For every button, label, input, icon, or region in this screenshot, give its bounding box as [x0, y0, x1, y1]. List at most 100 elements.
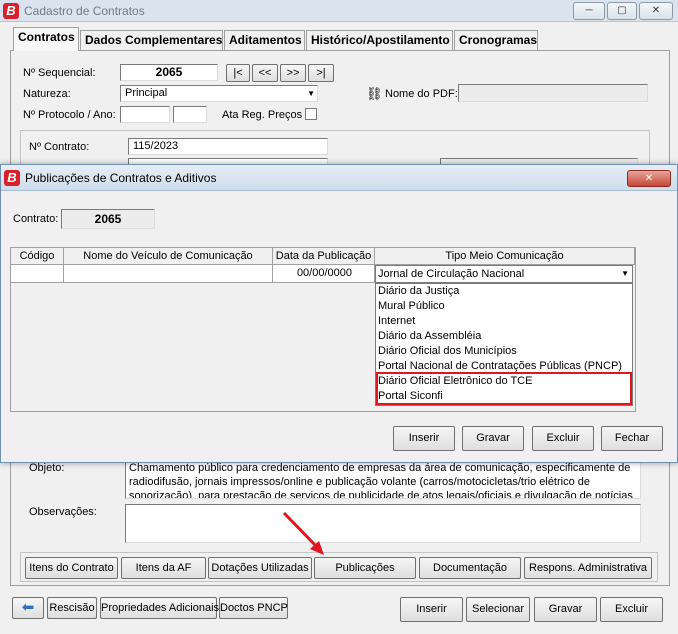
tab-aditamentos[interactable]: Aditamentos: [224, 30, 305, 51]
tab-historico-apostilamento[interactable]: Histórico/Apostilamento: [306, 30, 453, 51]
protocolo-field[interactable]: [120, 106, 170, 123]
rescisao-button[interactable]: Rescisão: [47, 597, 97, 619]
dialog-gravar-button[interactable]: Gravar: [462, 426, 524, 451]
button-label: Fechar: [614, 432, 650, 444]
natureza-select[interactable]: Principal ▼: [120, 85, 318, 102]
tab-label: Histórico/Apostilamento: [311, 33, 450, 47]
option-label: Diário Oficial dos Municípios: [378, 345, 517, 357]
dotacoes-button[interactable]: Dotações Utilizadas: [208, 557, 312, 579]
button-label: Inserir: [408, 432, 440, 444]
app-logo-icon: B: [3, 3, 19, 19]
nav-first-button[interactable]: |<: [226, 64, 250, 82]
sequencial-field[interactable]: 2065: [120, 64, 218, 81]
tab-cronogramas[interactable]: Cronogramas: [454, 30, 538, 51]
button-label: Inserir: [416, 603, 447, 615]
respons-administrativa-button[interactable]: Respons. Administrativa: [524, 557, 652, 579]
cell-codigo[interactable]: [11, 265, 64, 283]
natureza-label: Natureza:: [23, 88, 71, 100]
gravar-button[interactable]: Gravar: [534, 597, 597, 622]
nav-prev-button[interactable]: <<: [252, 64, 278, 82]
button-label: Gravar: [548, 603, 583, 615]
arrow-left-icon: ⬅: [21, 599, 35, 616]
propriedades-adicionais-button[interactable]: Propriedades Adicionais: [100, 597, 219, 619]
nav-next-icon: >>: [286, 67, 300, 79]
option-label: Mural Público: [378, 300, 445, 312]
excluir-button[interactable]: Excluir: [600, 597, 663, 622]
annotation-arrow-line: [282, 511, 320, 550]
close-button[interactable]: ✕: [639, 2, 673, 20]
col-header-nome-veiculo[interactable]: Nome do Veículo de Comunicação: [64, 248, 273, 265]
selecionar-button[interactable]: Selecionar: [466, 597, 530, 622]
cell-nome-veiculo[interactable]: [64, 265, 273, 283]
dropdown-option[interactable]: Diário da Justiça: [376, 284, 632, 299]
button-label: Gravar: [476, 432, 510, 444]
pdf-attach-icon[interactable]: ⛓: [366, 86, 383, 102]
dialog-logo-icon: B: [4, 170, 20, 186]
column-label: Tipo Meio Comunicação: [445, 250, 564, 262]
itens-af-button[interactable]: Itens da AF: [121, 557, 206, 579]
col-header-codigo[interactable]: Código: [11, 248, 64, 265]
button-label: Respons. Administrativa: [529, 562, 647, 574]
button-label: Documentação: [433, 562, 507, 574]
protocolo-ano-field[interactable]: [173, 106, 207, 123]
itens-contrato-button[interactable]: Itens do Contrato: [25, 557, 118, 579]
dropdown-option[interactable]: Diário da Assembléia: [376, 329, 632, 344]
button-label: Publicações: [335, 562, 395, 574]
inserir-button[interactable]: Inserir: [400, 597, 463, 622]
annotation-arrow: [282, 511, 324, 555]
col-header-data-publicacao[interactable]: Data da Publicação: [273, 248, 375, 265]
dialog-close-button[interactable]: ✕: [627, 170, 671, 187]
col-header-tipo-meio[interactable]: Tipo Meio Comunicação: [375, 248, 635, 265]
nav-last-button[interactable]: >|: [308, 64, 334, 82]
tab-contratos[interactable]: Contratos: [13, 27, 79, 51]
minimize-button[interactable]: ─: [573, 2, 605, 20]
close-icon: ✕: [644, 173, 654, 184]
dialog-fechar-button[interactable]: Fechar: [601, 426, 663, 451]
ata-checkbox[interactable]: [305, 108, 317, 120]
button-label: Itens do Contrato: [29, 562, 114, 574]
publicacoes-grid: Código Nome do Veículo de Comunicação Da…: [10, 247, 636, 412]
column-label: Data da Publicação: [275, 250, 372, 262]
dropdown-option[interactable]: Internet: [376, 314, 632, 329]
cell-data-publicacao[interactable]: 00/00/0000: [273, 265, 375, 283]
objeto-textarea[interactable]: Chamamento público para credenciamento d…: [125, 460, 641, 499]
doctos-pncp-button[interactable]: Doctos PNCP: [219, 597, 288, 619]
dropdown-option[interactable]: Diário Oficial dos Municípios: [376, 344, 632, 359]
sequencial-value: 2065: [155, 65, 183, 79]
dropdown-option[interactable]: Mural Público: [376, 299, 632, 314]
objeto-label: Objeto:: [29, 462, 65, 474]
dialog-contrato-value: 2065: [94, 212, 122, 226]
option-label: Diário da Assembléia: [378, 330, 482, 342]
dialog-contrato-label: Contrato:: [13, 213, 59, 225]
natureza-value: Principal: [125, 87, 168, 99]
column-label: Código: [19, 250, 55, 262]
observacoes-textarea[interactable]: [125, 504, 641, 543]
tab-dados-complementares[interactable]: Dados Complementares: [80, 30, 223, 51]
chevron-down-icon: ▼: [621, 269, 629, 278]
ata-label: Ata Reg. Preços: [222, 109, 303, 121]
button-label: Itens da AF: [135, 562, 192, 574]
dialog-inserir-button[interactable]: Inserir: [393, 426, 455, 451]
button-label: Excluir: [546, 432, 580, 444]
cell-value: 00/00/0000: [296, 267, 352, 279]
contrato-value: 115/2023: [133, 140, 179, 152]
nav-last-icon: >|: [316, 67, 326, 79]
minimize-icon: ─: [585, 5, 593, 16]
pdf-name-field[interactable]: [458, 84, 648, 102]
contrato-label: Nº Contrato:: [29, 141, 90, 153]
contrato-field[interactable]: 115/2023: [128, 138, 328, 155]
back-button[interactable]: ⬅: [12, 597, 44, 619]
publicacoes-button[interactable]: Publicações: [314, 557, 416, 579]
nav-next-button[interactable]: >>: [280, 64, 306, 82]
documentacao-button[interactable]: Documentação: [419, 557, 521, 579]
main-window-title-bar: B Cadastro de Contratos ─ ▢ ✕: [0, 0, 678, 22]
cell-tipo-meio-select[interactable]: Jornal de Circulação Nacional ▼: [375, 265, 633, 283]
button-label: Rescisão: [49, 602, 95, 614]
button-label: Doctos PNCP: [220, 602, 288, 614]
restore-button[interactable]: ▢: [607, 2, 637, 20]
nav-first-icon: |<: [233, 67, 243, 79]
observacoes-label: Observações:: [29, 506, 97, 518]
tab-label: Cronogramas: [459, 33, 538, 47]
dialog-excluir-button[interactable]: Excluir: [532, 426, 594, 451]
highlight-box: [376, 372, 632, 405]
